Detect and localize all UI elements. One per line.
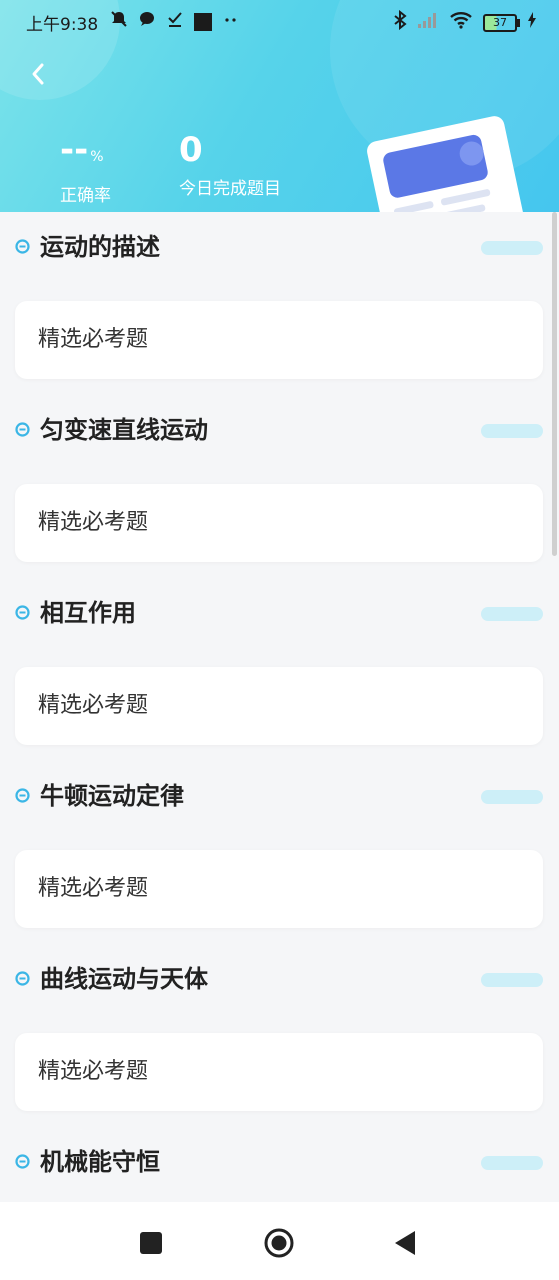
collapse-circle-icon <box>15 1154 30 1169</box>
progress-pill <box>481 790 543 804</box>
chapter-title: 运动的描述 <box>40 233 160 261</box>
question-set-label: 精选必考题 <box>38 327 149 352</box>
recents-button[interactable] <box>139 1231 163 1259</box>
more-dots-icon <box>222 10 240 33</box>
accuracy-stat: --% 正确率 <box>60 130 111 206</box>
battery-indicator: 37 <box>483 13 520 32</box>
chapter-header[interactable]: 曲线运动与天体 <box>0 944 559 1016</box>
square-icon <box>140 1232 162 1254</box>
system-icons: 37 <box>393 9 537 35</box>
progress-pill <box>481 607 543 621</box>
bluetooth-icon <box>393 9 407 35</box>
question-set-label: 精选必考题 <box>38 876 149 901</box>
collapse-circle-icon <box>15 971 30 986</box>
chapter-section: 机械能守恒 <box>0 1127 559 1199</box>
charging-icon <box>527 12 537 33</box>
chapter-section: 牛顿运动定律 精选必考题 <box>0 761 559 928</box>
progress-pill <box>481 424 543 438</box>
chapter-section: 运动的描述 精选必考题 <box>0 212 559 379</box>
question-set-card[interactable]: 精选必考题 <box>15 301 543 379</box>
wifi-icon <box>449 11 473 34</box>
chapter-title: 相互作用 <box>40 599 136 627</box>
question-set-label: 精选必考题 <box>38 510 149 535</box>
home-circle-icon <box>264 1228 294 1258</box>
collapse-circle-icon <box>15 422 30 437</box>
progress-pill <box>481 241 543 255</box>
done-today-stat: 0 今日完成题目 <box>179 130 281 199</box>
header-banner: 上午9:38 37 -- % 正确率 0 今日完成题目 <box>0 0 559 212</box>
accuracy-unit: % <box>90 149 104 165</box>
chapter-title: 匀变速直线运动 <box>40 416 208 444</box>
status-time: 上午9:38 <box>26 15 99 35</box>
chapter-header[interactable]: 匀变速直线运动 <box>0 395 559 467</box>
question-set-card[interactable]: 精选必考题 <box>15 850 543 928</box>
chevron-left-icon <box>32 63 44 85</box>
status-bar: 上午9:38 37 <box>0 0 559 42</box>
question-set-card[interactable]: 精选必考题 <box>15 1033 543 1111</box>
question-set-label: 精选必考题 <box>38 693 149 718</box>
chapter-title: 曲线运动与天体 <box>40 965 208 993</box>
download-done-icon <box>166 10 184 33</box>
done-today-value: 0 <box>179 130 203 170</box>
back-button[interactable] <box>26 58 54 90</box>
collapse-circle-icon <box>15 239 30 254</box>
document-illustration-icon <box>362 108 532 212</box>
chapter-header[interactable]: 牛顿运动定律 <box>0 761 559 833</box>
chapter-list: 运动的描述 精选必考题 匀变速直线运动 精选必考题 相互作用 精选必考题 牛顿运… <box>0 212 559 1202</box>
scrollbar[interactable] <box>552 212 557 556</box>
chapter-section: 曲线运动与天体 精选必考题 <box>0 944 559 1111</box>
question-set-card[interactable]: 精选必考题 <box>15 667 543 745</box>
triangle-back-icon <box>395 1231 415 1255</box>
chapter-header[interactable]: 相互作用 <box>0 578 559 650</box>
app-square-icon <box>194 12 212 31</box>
chapter-title: 机械能守恒 <box>40 1148 160 1176</box>
collapse-circle-icon <box>15 788 30 803</box>
progress-pill <box>481 973 543 987</box>
chat-bubble-icon <box>138 10 156 33</box>
chapter-section: 匀变速直线运动 精选必考题 <box>0 395 559 562</box>
home-button[interactable] <box>263 1227 295 1263</box>
question-set-label: 精选必考题 <box>38 1059 149 1084</box>
back-nav-button[interactable] <box>393 1230 417 1260</box>
accuracy-value: -- <box>60 130 89 170</box>
notification-icons <box>110 10 240 33</box>
accuracy-label: 正确率 <box>60 186 111 206</box>
collapse-circle-icon <box>15 605 30 620</box>
chapter-title: 牛顿运动定律 <box>40 782 184 810</box>
done-today-label: 今日完成题目 <box>179 179 281 199</box>
system-nav-bar <box>0 1202 559 1280</box>
signal-icon <box>417 11 439 34</box>
mute-icon <box>110 10 128 33</box>
progress-pill <box>481 1156 543 1170</box>
chapter-header[interactable]: 机械能守恒 <box>0 1127 559 1199</box>
chapter-header[interactable]: 运动的描述 <box>0 212 559 284</box>
question-set-card[interactable]: 精选必考题 <box>15 484 543 562</box>
chapter-section: 相互作用 精选必考题 <box>0 578 559 745</box>
